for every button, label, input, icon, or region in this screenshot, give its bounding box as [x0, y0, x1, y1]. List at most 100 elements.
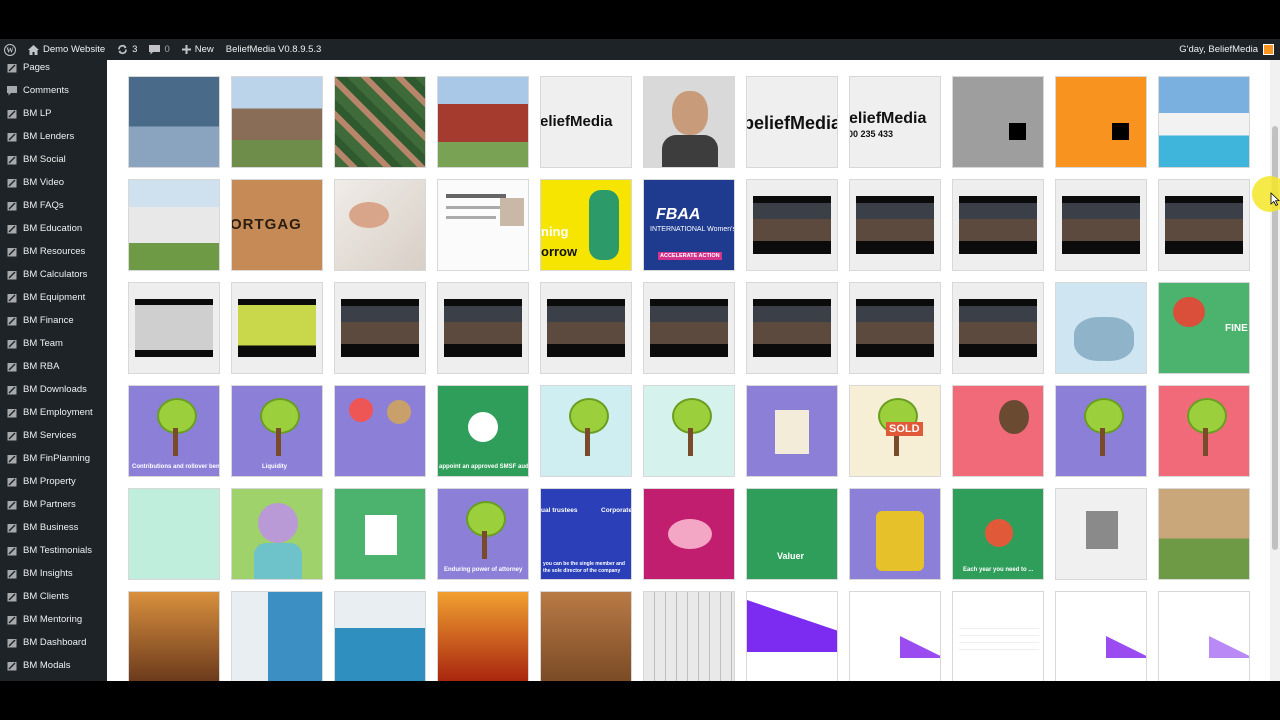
media-tile-cockpit-video-7[interactable]: [437, 282, 529, 374]
media-tile-orange-placeholder[interactable]: [1055, 76, 1147, 168]
sidebar-item-bm-equipment[interactable]: BM Equipment: [0, 286, 107, 309]
media-tile-beliefmedia-logo-b[interactable]: beliefMedia: [746, 76, 838, 168]
media-tile-calculator-screenshot-3[interactable]: [1055, 591, 1147, 681]
sidebar-item-comments[interactable]: Comments: [0, 79, 107, 102]
new-content-link[interactable]: New: [176, 44, 220, 55]
media-tile-fine-cartoon[interactable]: FINE: [1158, 282, 1250, 374]
sidebar-item-bm-social[interactable]: BM Social: [0, 148, 107, 171]
media-tile-woman-video[interactable]: [128, 282, 220, 374]
updates-link[interactable]: 3: [111, 44, 143, 55]
sidebar-item-pages[interactable]: Pages: [0, 60, 107, 79]
media-tile-document-screenshot[interactable]: [437, 179, 529, 271]
media-tile-sold-cartoon[interactable]: SOLD: [849, 385, 941, 477]
media-tile-family-house-photo[interactable]: [1158, 488, 1250, 580]
sidebar-item-bm-lp[interactable]: BM LP: [0, 102, 107, 125]
media-tile-valuer-cartoon[interactable]: Valuer: [746, 488, 838, 580]
media-tile-porch-photo[interactable]: [128, 76, 220, 168]
media-tile-cockpit-video-3[interactable]: [952, 179, 1044, 271]
media-tile-clipboard-cartoon[interactable]: [746, 385, 838, 477]
site-name-link[interactable]: Demo Website: [22, 44, 111, 55]
media-tile-beliefmedia-logo-a[interactable]: eliefMedia: [540, 76, 632, 168]
sidebar-item-bm-insights[interactable]: BM Insights: [0, 562, 107, 585]
media-tile-red-house-photo[interactable]: [437, 76, 529, 168]
sidebar-item-bm-lenders[interactable]: BM Lenders: [0, 125, 107, 148]
media-tile-cockpit-video-10[interactable]: [746, 282, 838, 374]
media-tile-cockpit-video-4[interactable]: [1055, 179, 1147, 271]
media-tile-document-icons-cartoon[interactable]: [334, 488, 426, 580]
media-tile-cockpit-video-8[interactable]: [540, 282, 632, 374]
sidebar-item-bm-team[interactable]: BM Team: [0, 332, 107, 355]
media-tile-tree-icons-cartoon[interactable]: [128, 488, 220, 580]
sidebar-item-bm-video[interactable]: BM Video: [0, 171, 107, 194]
media-tile-grey-placeholder[interactable]: [952, 76, 1044, 168]
media-tile-nurse-photo[interactable]: [334, 591, 426, 681]
comments-link[interactable]: 0: [143, 44, 175, 55]
sidebar-item-bm-calculators[interactable]: BM Calculators: [0, 263, 107, 286]
sidebar-item-bm-dashboard[interactable]: BM Dashboard: [0, 631, 107, 654]
media-tile-couple-cartoon[interactable]: [334, 385, 426, 477]
media-tile-game-machine-cartoon[interactable]: [849, 488, 941, 580]
media-tile-cockpit-video-12[interactable]: [952, 282, 1044, 374]
sidebar-item-bm-business[interactable]: BM Business: [0, 516, 107, 539]
plugin-version-link[interactable]: BeliefMedia V0.8.9.5.3: [220, 44, 328, 55]
media-tile-money-character-cartoon[interactable]: [952, 385, 1044, 477]
media-tile-calculator-screenshot-4[interactable]: [1158, 591, 1250, 681]
sidebar-item-bm-downloads[interactable]: BM Downloads: [0, 378, 107, 401]
media-tile-fire-truck-video[interactable]: [231, 282, 323, 374]
media-tile-nurses-photo[interactable]: [231, 591, 323, 681]
media-tile-keys-hand-photo[interactable]: [334, 179, 426, 271]
media-tile-tomorrow-promo[interactable]: ning orrow: [540, 179, 632, 271]
sidebar-item-bm-education[interactable]: BM Education: [0, 217, 107, 240]
media-tile-fbaa-womens-day[interactable]: FBAA INTERNATIONAL Women's Day ACCELERATE …: [643, 179, 735, 271]
media-tile-cockpit-video-6[interactable]: [334, 282, 426, 374]
account-menu[interactable]: G'day, BeliefMedia: [1179, 44, 1280, 55]
media-tile-cockpit-video-5[interactable]: [1158, 179, 1250, 271]
media-tile-presenter-photo[interactable]: [643, 76, 735, 168]
media-tile-aerial-suburb-photo[interactable]: [334, 76, 426, 168]
sidebar-item-bm-modals[interactable]: BM Modals: [0, 654, 107, 677]
sidebar-item-bm-finance[interactable]: BM Finance: [0, 309, 107, 332]
sidebar-item-bm-faqs[interactable]: BM FAQs: [0, 194, 107, 217]
media-tile-soldiers-photo[interactable]: [128, 591, 220, 681]
media-tile-tree-coins-cartoon[interactable]: [540, 385, 632, 477]
media-tile-calculator-screenshot-2[interactable]: [952, 591, 1044, 681]
media-tile-smsf-auditor-cartoon[interactable]: appoint an approved SMSF auditor: [437, 385, 529, 477]
media-tile-characters-tree-cartoon[interactable]: [643, 385, 735, 477]
media-tile-contributions-cartoon[interactable]: Contributions and rollover benefits: [128, 385, 220, 477]
media-tile-file-placeholder[interactable]: [1055, 488, 1147, 580]
wordpress-logo-icon[interactable]: W: [0, 43, 22, 56]
media-tile-liquidity-cartoon[interactable]: Liquidity: [231, 385, 323, 477]
media-tile-cockpit-video-9[interactable]: [643, 282, 735, 374]
media-tile-elephant-cartoon[interactable]: [1055, 282, 1147, 374]
media-tile-enduring-poa-cartoon[interactable]: Enduring power of attorney: [437, 488, 529, 580]
media-tile-beliefmedia-logo-c[interactable]: eliefMedia 00 235 433: [849, 76, 941, 168]
sidebar-item-bm-mentoring[interactable]: BM Mentoring: [0, 608, 107, 631]
sidebar-item-bm-property[interactable]: BM Property: [0, 470, 107, 493]
sidebar-item-bm-partners[interactable]: BM Partners: [0, 493, 107, 516]
sidebar-item-bm-employment[interactable]: BM Employment: [0, 401, 107, 424]
media-tile-house-photo[interactable]: [231, 76, 323, 168]
media-tile-grandma-cartoon[interactable]: [231, 488, 323, 580]
media-tile-corporate-trustee-cartoon[interactable]: ual trustees Corporate you can be the sing…: [540, 488, 632, 580]
sidebar-item-bm-resources[interactable]: BM Resources: [0, 240, 107, 263]
media-tile-fire-photo[interactable]: [437, 591, 529, 681]
media-tile-cockpit-video-1[interactable]: [746, 179, 838, 271]
media-tile-chart-screenshot-1[interactable]: [746, 591, 838, 681]
media-tile-piggy-bank-cartoon[interactable]: [643, 488, 735, 580]
media-tile-coffee-photo[interactable]: [540, 591, 632, 681]
media-tile-cockpit-video-11[interactable]: [849, 282, 941, 374]
media-tile-modern-house-photo[interactable]: [1158, 76, 1250, 168]
sidebar-item-bm-rba[interactable]: BM RBA: [0, 355, 107, 378]
media-tile-tree-pink-cartoon[interactable]: [1158, 385, 1250, 477]
sidebar-item-bm-services[interactable]: BM Services: [0, 424, 107, 447]
media-tile-each-year-cartoon[interactable]: Each year you need to ...: [952, 488, 1044, 580]
sidebar-item-bm-clients[interactable]: BM Clients: [0, 585, 107, 608]
media-tile-mortgage-blocks-photo[interactable]: ORTGAG: [231, 179, 323, 271]
media-tile-cockpit-video-2[interactable]: [849, 179, 941, 271]
media-tile-calculator-screenshot-1[interactable]: [849, 591, 941, 681]
sidebar-item-bm-finplanning[interactable]: BM FinPlanning: [0, 447, 107, 470]
sidebar-item-bm-testimonials[interactable]: BM Testimonials: [0, 539, 107, 562]
media-tile-white-house-photo[interactable]: [128, 179, 220, 271]
media-tile-lawyer-cartoon[interactable]: [1055, 385, 1147, 477]
page-scrollbar[interactable]: [1270, 60, 1280, 681]
